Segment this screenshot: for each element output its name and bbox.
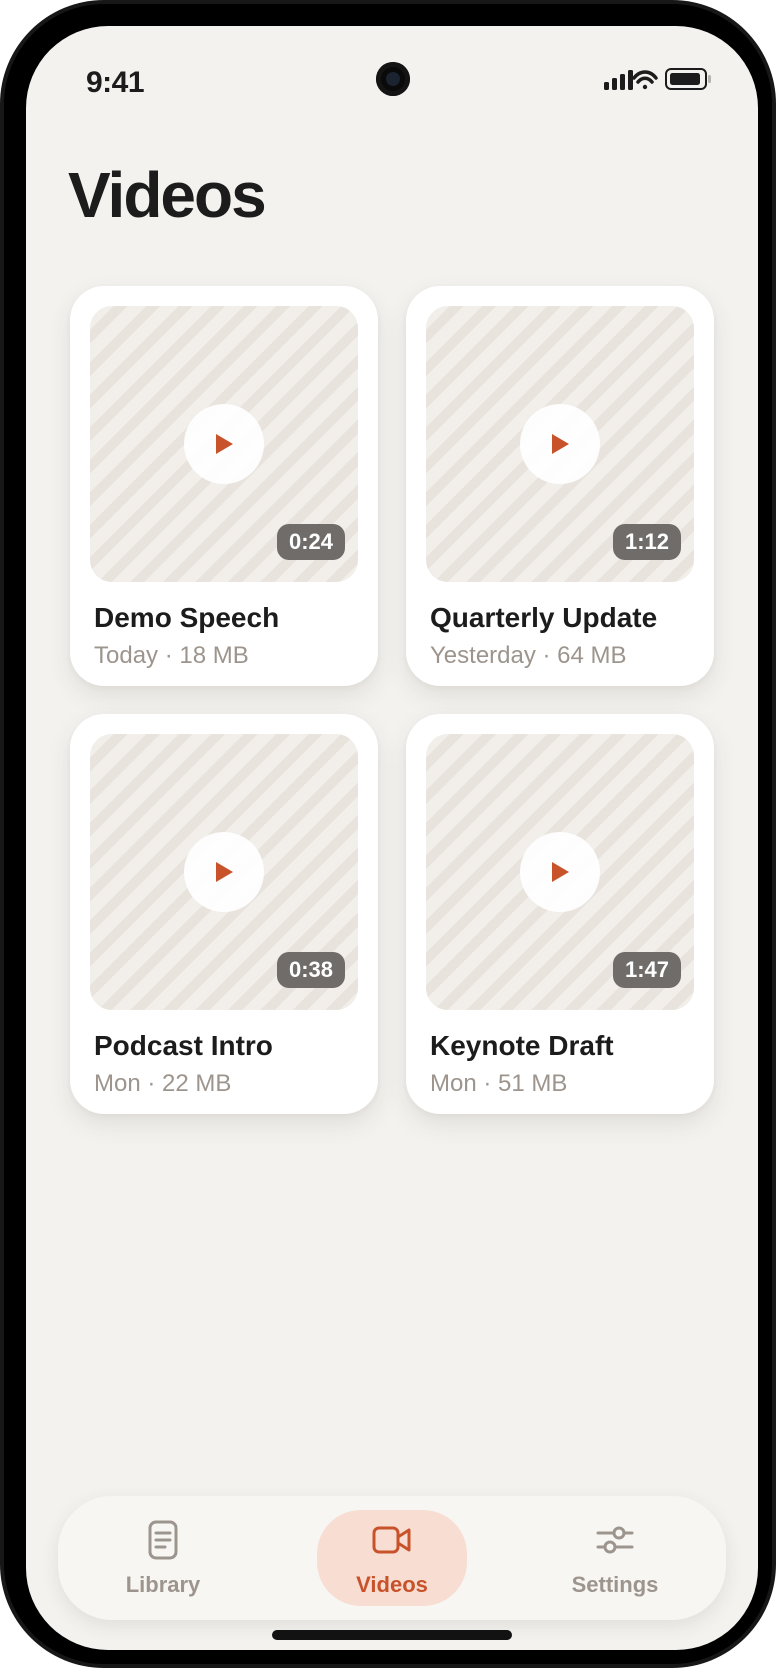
video-thumbnail[interactable]: 1:12 bbox=[426, 306, 694, 582]
tab-library-label: Library bbox=[125, 1572, 201, 1597]
play-icon bbox=[552, 862, 569, 882]
play-icon bbox=[216, 862, 233, 882]
video-grid: 0:24 Demo Speech Today · 18 MB 1:12 Quar… bbox=[70, 286, 714, 1114]
video-card[interactable]: 1:47 Keynote Draft Mon · 51 MB bbox=[406, 714, 714, 1114]
tab-bar: Library Videos Settings bbox=[58, 1496, 726, 1620]
video-meta: Today · 18 MB bbox=[94, 642, 249, 669]
tab-settings[interactable]: Settings bbox=[540, 1510, 690, 1606]
tab-settings-label: Settings bbox=[571, 1572, 659, 1597]
wifi-icon bbox=[632, 70, 658, 90]
page-title: Videos bbox=[68, 159, 267, 231]
front-camera bbox=[376, 62, 410, 96]
document-icon bbox=[148, 1520, 178, 1560]
video-card[interactable]: 0:38 Podcast Intro Mon · 22 MB bbox=[70, 714, 378, 1114]
tab-library[interactable]: Library bbox=[88, 1510, 238, 1606]
play-button[interactable] bbox=[520, 404, 600, 484]
play-button[interactable] bbox=[184, 404, 264, 484]
duration-badge: 1:12 bbox=[612, 524, 681, 560]
video-camera-icon bbox=[372, 1526, 411, 1554]
video-meta: Mon · 51 MB bbox=[430, 1070, 568, 1097]
video-title: Podcast Intro bbox=[94, 1030, 273, 1061]
status-icons bbox=[604, 66, 714, 96]
video-thumbnail[interactable]: 0:38 bbox=[90, 734, 358, 1010]
video-card[interactable]: 0:24 Demo Speech Today · 18 MB bbox=[70, 286, 378, 686]
duration-badge: 0:24 bbox=[276, 524, 345, 560]
video-card[interactable]: 1:12 Quarterly Update Yesterday · 64 MB bbox=[406, 286, 714, 686]
video-thumbnail[interactable]: 0:24 bbox=[90, 306, 358, 582]
video-meta: Yesterday · 64 MB bbox=[430, 642, 627, 669]
video-title: Quarterly Update bbox=[430, 602, 658, 633]
tab-videos[interactable]: Videos bbox=[317, 1510, 467, 1606]
signal-icon bbox=[604, 70, 633, 90]
tab-videos-label: Videos bbox=[356, 1572, 428, 1597]
video-title: Demo Speech bbox=[94, 602, 280, 633]
phone-frame: 9:41 Videos 0:24 Demo Speech Today · 18 … bbox=[0, 0, 776, 1668]
play-icon bbox=[552, 434, 569, 454]
video-title: Keynote Draft bbox=[430, 1030, 614, 1061]
screen: 9:41 Videos 0:24 Demo Speech Today · 18 … bbox=[26, 26, 758, 1650]
video-thumbnail[interactable]: 1:47 bbox=[426, 734, 694, 1010]
play-button[interactable] bbox=[520, 832, 600, 912]
battery-icon bbox=[665, 68, 711, 90]
status-time: 9:41 bbox=[86, 66, 145, 99]
sliders-icon bbox=[596, 1526, 634, 1554]
play-icon bbox=[216, 434, 233, 454]
phone-bezel: 9:41 Videos 0:24 Demo Speech Today · 18 … bbox=[4, 4, 772, 1664]
video-meta: Mon · 22 MB bbox=[94, 1070, 232, 1097]
duration-badge: 1:47 bbox=[612, 952, 681, 988]
play-button[interactable] bbox=[184, 832, 264, 912]
duration-badge: 0:38 bbox=[276, 952, 345, 988]
home-indicator[interactable] bbox=[272, 1630, 512, 1640]
